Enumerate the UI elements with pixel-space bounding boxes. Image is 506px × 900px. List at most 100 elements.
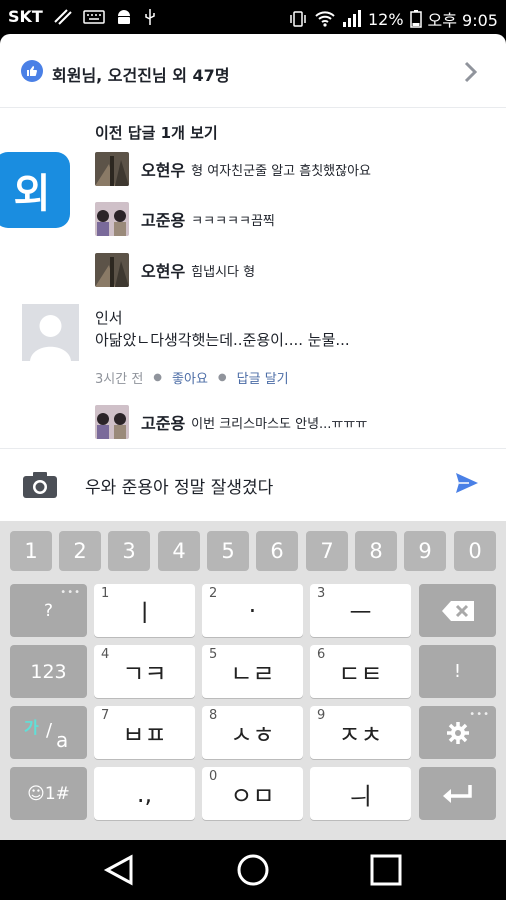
- recents-icon[interactable]: [370, 854, 402, 886]
- battery-icon: [409, 10, 422, 28]
- key-label: .,: [136, 779, 153, 808]
- key-vowel-i[interactable]: 1ㅣ: [94, 584, 195, 637]
- reply-author[interactable]: 고준용: [141, 207, 185, 231]
- language-toggle-key[interactable]: 가 / a: [10, 706, 87, 759]
- like-comment-link[interactable]: 좋아요: [172, 368, 208, 387]
- key-sublabel: 5: [209, 647, 218, 662]
- floating-app-label: 외: [13, 171, 51, 217]
- key-num-9[interactable]: 9: [404, 531, 446, 571]
- view-previous-replies-link[interactable]: 이전 답글 1개 보기: [95, 122, 218, 143]
- key-label: 5: [221, 539, 235, 563]
- key-sublabel: 6: [317, 647, 326, 662]
- separator-dot: ●: [153, 372, 163, 383]
- lang-english-label: a: [56, 728, 69, 752]
- settings-key[interactable]: •••: [419, 706, 496, 759]
- key-sublabel: 4: [101, 647, 110, 662]
- key-label: ㄷㅌ: [338, 660, 383, 688]
- emoji-symbol-key[interactable]: ☺1#: [10, 767, 87, 820]
- key-num-5[interactable]: 5: [207, 531, 249, 571]
- key-num-1[interactable]: 1: [10, 531, 52, 571]
- key-label: ☺1#: [27, 783, 70, 804]
- camera-icon[interactable]: [22, 471, 58, 499]
- key-label: 123: [30, 660, 67, 683]
- reply-author[interactable]: 오현우: [141, 157, 185, 181]
- key-label: ㅣ: [133, 599, 156, 627]
- reply-item: 오현우 형 여자친군줄 알고 흠칫했잖아요: [95, 152, 371, 186]
- key-sublabel: 0: [209, 769, 218, 784]
- usb-icon: [145, 8, 155, 25]
- key-label: 6: [270, 539, 284, 563]
- key-num-0[interactable]: 0: [454, 531, 496, 571]
- key-num-8[interactable]: 8: [355, 531, 397, 571]
- carrier-label: SKT: [8, 7, 43, 26]
- key-sublabel: 9: [317, 708, 326, 723]
- reply-avatar[interactable]: [95, 202, 129, 236]
- key-num-4[interactable]: 4: [158, 531, 200, 571]
- key-num-3[interactable]: 3: [108, 531, 150, 571]
- backspace-key[interactable]: [419, 584, 496, 637]
- key-num-2[interactable]: 2: [59, 531, 101, 571]
- reply-author[interactable]: 오현우: [141, 258, 185, 282]
- reply-avatar[interactable]: [95, 152, 129, 186]
- key-label: 3: [122, 539, 136, 563]
- key-label: 7: [320, 539, 334, 563]
- comment-composer: 우와 준용아 정말 잘생겼다: [0, 448, 506, 521]
- enter-key[interactable]: [419, 767, 496, 820]
- key-label: ?: [43, 600, 54, 621]
- vibrate-icon: [290, 11, 306, 27]
- key-label: 1: [24, 539, 38, 563]
- key-giyeok[interactable]: 4 ㄱㅋ: [94, 645, 195, 698]
- chevron-right-icon[interactable]: [464, 61, 478, 83]
- floating-app-bubble[interactable]: 외: [0, 152, 70, 228]
- key-label: ㅂㅍ: [122, 721, 167, 749]
- reply-text: ㅋㅋㅋㅋㅋ끔찍: [191, 213, 275, 229]
- commenter-avatar[interactable]: [22, 304, 79, 361]
- like-icon: [21, 60, 43, 82]
- battery-percent: 12%: [367, 9, 404, 29]
- key-sublabel: 8: [209, 708, 218, 723]
- key-label: !: [453, 661, 462, 682]
- mute-icon: [54, 8, 72, 25]
- key-exclaim[interactable]: !: [419, 645, 496, 698]
- navigation-bar: [0, 840, 506, 900]
- reply-text: 힘냅시다 형: [191, 264, 256, 280]
- key-123[interactable]: 123: [10, 645, 87, 698]
- key-sublabel: 7: [101, 708, 110, 723]
- key-label: 2: [73, 539, 87, 563]
- comment-author[interactable]: 인서: [95, 307, 123, 328]
- space-key[interactable]: ㅢ: [310, 767, 411, 820]
- key-nieun[interactable]: 5 ㄴㄹ: [202, 645, 303, 698]
- key-digeut[interactable]: 6 ㄷㅌ: [310, 645, 411, 698]
- key-question[interactable]: •••?: [10, 584, 87, 637]
- status-bar: SKT 12% 오후 9:05: [0, 0, 506, 34]
- comment-text: 아닮았ㄴ다생각햇는데..준용이.... 눈물...: [95, 331, 350, 349]
- back-icon[interactable]: [103, 854, 135, 886]
- key-vowel-eu[interactable]: 3ㅡ: [310, 584, 411, 637]
- lang-korean-label: 가: [24, 718, 39, 737]
- key-siot[interactable]: 8 ㅅㅎ: [202, 706, 303, 759]
- key-label: ㅡ: [349, 599, 372, 627]
- wifi-icon: [315, 11, 335, 27]
- key-label: ㅅㅎ: [230, 721, 275, 749]
- comment-input[interactable]: 우와 준용아 정말 잘생겼다: [85, 473, 273, 498]
- home-icon[interactable]: [236, 853, 270, 887]
- key-vowel-dot[interactable]: 2 ·: [202, 584, 303, 637]
- key-num-6[interactable]: 6: [256, 531, 298, 571]
- reply-author[interactable]: 고준용: [141, 410, 185, 434]
- send-icon[interactable]: [455, 472, 479, 494]
- reply-text: 형 여자친군줄 알고 흠칫했잖아요: [191, 163, 372, 179]
- likes-bar[interactable]: 회원님, 오건진님 외 47명: [0, 34, 506, 108]
- reply-comment-link[interactable]: 답글 달기: [237, 368, 289, 387]
- comment-meta: 3시간 전 ● 좋아요 ● 답글 달기: [95, 368, 289, 387]
- key-label: ㅈㅊ: [338, 721, 383, 749]
- key-bieup[interactable]: 7 ㅂㅍ: [94, 706, 195, 759]
- key-label: 4: [172, 539, 186, 563]
- key-jieut[interactable]: 9 ㅈㅊ: [310, 706, 411, 759]
- key-punctuation[interactable]: .,: [94, 767, 195, 820]
- key-ieung[interactable]: 0 ㅇㅁ: [202, 767, 303, 820]
- clock: 오후 9:05: [427, 11, 498, 30]
- key-num-7[interactable]: 7: [306, 531, 348, 571]
- reply-avatar[interactable]: [95, 253, 129, 287]
- reply-item: 고준용 ㅋㅋㅋㅋㅋ끔찍: [95, 202, 275, 236]
- reply-avatar[interactable]: [95, 405, 129, 439]
